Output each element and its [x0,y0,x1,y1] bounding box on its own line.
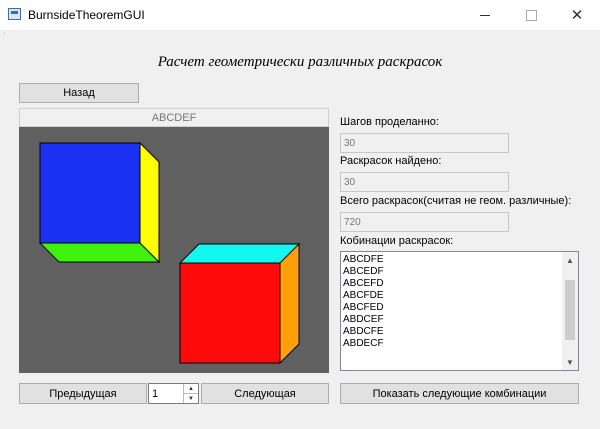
title-bar: BurnsideTheoremGUI ✕ [0,0,600,30]
list-item[interactable]: ABCFED [343,302,384,314]
page-title: Расчет геометрически различных раскрасок [157,54,443,70]
app-icon [8,8,21,20]
canvas-header: ABCDEF [19,108,329,127]
cube1-front-face [39,142,141,244]
back-button[interactable]: Назад [19,83,139,103]
list-item[interactable]: ABDECF [343,338,384,350]
list-item[interactable]: ABCDFE [343,254,384,266]
combinations-items: ABCDFE ABCEDF ABCEFD ABCFDE ABCFED ABDCEF ABDC… [343,254,384,350]
cube2-front-face [179,262,281,364]
list-item[interactable]: ABDCFE [343,326,384,338]
list-item[interactable]: ABCEFD [343,278,384,290]
scroll-up-icon[interactable]: ▲ [562,252,578,268]
list-item[interactable]: ABCFDE [343,290,384,302]
list-item[interactable]: ABDCEF [343,314,384,326]
cube1-right-face [139,141,160,264]
steps-label: Шагов проделанно: [340,116,439,128]
close-icon: ✕ [570,7,584,24]
next-button[interactable]: Следующая [201,383,329,404]
total-field[interactable]: 720 [340,212,509,232]
cube-canvas [19,127,329,373]
list-scrollbar[interactable]: ▲ ▼ [562,252,578,370]
cube-drawing [38,141,301,365]
maximize-icon [525,9,537,21]
cube2-right-face [279,242,300,365]
spinbox-buttons: ▲ ▼ [183,384,198,403]
cube2-top-face [178,243,301,264]
list-item[interactable]: ABCEDF [343,266,384,278]
resize-grip-icon: · [3,29,6,38]
found-field[interactable]: 30 [340,172,509,192]
close-button[interactable]: ✕ [554,0,600,30]
combinations-label: Кобинации раскрасок: [340,235,454,247]
total-label: Всего раскрасок(считая не геом. различны… [340,195,572,207]
maximize-button[interactable] [508,0,554,30]
spin-up-icon[interactable]: ▲ [184,384,198,394]
show-next-combinations-button[interactable]: Показать следующие комбинации [340,383,579,404]
window-title: BurnsideTheoremGUI [28,8,145,22]
spin-down-icon[interactable]: ▼ [184,394,198,403]
minimize-icon [480,14,490,16]
cube1-bottom-face [38,242,161,263]
scroll-thumb[interactable] [565,280,575,340]
spinbox-value[interactable]: 1 [152,388,158,400]
minimize-button[interactable] [462,0,508,30]
combinations-list[interactable]: ABCDFE ABCEDF ABCEFD ABCFDE ABCFED ABDCEF ABDC… [340,251,579,371]
scroll-down-icon[interactable]: ▼ [562,354,578,370]
previous-button[interactable]: Предыдущая [19,383,147,404]
index-spinbox[interactable]: 1 ▲ ▼ [148,383,199,404]
steps-field[interactable]: 30 [340,133,509,153]
found-label: Раскрасок найдено: [340,155,442,167]
